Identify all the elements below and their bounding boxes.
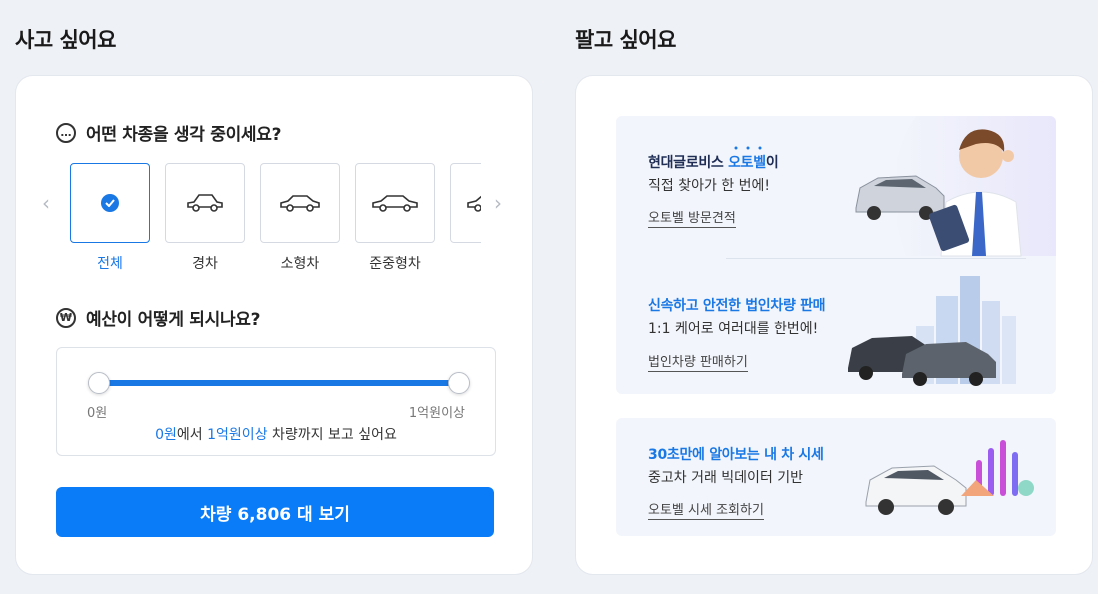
car-type-label: 중 (450, 253, 481, 273)
car-icon (372, 195, 418, 212)
car-type-mini[interactable]: 경차 (165, 163, 245, 273)
car-type-question-text: 어떤 차종을 생각 중이세요? (86, 125, 282, 145)
buy-card: … 어떤 차종을 생각 중이세요? ‹ › 전체 경차 소형차 준중형차 ₩ 예… (15, 75, 533, 575)
sell-card: 현대글로비스 오토벨이 직접 찾아가 한 번에! 오토벨 방문견적 신속하고 안… (575, 75, 1093, 575)
promo-1-subtitle: 직접 찾아가 한 번에! (648, 178, 771, 194)
car-type-label: 소형차 (280, 256, 320, 272)
budget-summary-tail: 차량까지 보고 싶어요 (267, 427, 397, 443)
car-icon (280, 195, 320, 212)
promo-2-link[interactable]: 법인차량 판매하기 (648, 351, 748, 372)
won-icon: ₩ (56, 307, 76, 328)
car-type-box[interactable] (355, 163, 435, 243)
car-icon (187, 194, 223, 212)
promo-1-title-prefix: 현대글로비스 (648, 155, 729, 171)
budget-summary: 0원에서 1억원이상 차량까지 보고 싶어요 (57, 424, 495, 444)
promo-block-bottom: 30초만에 알아보는 내 차 시세 중고차 거래 빅데이터 기반 오토벨 시세 … (616, 418, 1056, 536)
car-type-box[interactable] (450, 163, 481, 243)
promo-1-title: 현대글로비스 오토벨이 (648, 152, 779, 172)
car-type-compact[interactable]: 준중형차 (355, 163, 435, 273)
car-type-label: 경차 (192, 256, 218, 272)
budget-min-label: 0원 (87, 406, 108, 421)
buy-section-title: 사고 싶어요 (15, 28, 116, 52)
budget-question-text: 예산이 어떻게 되시나요? (86, 310, 261, 330)
car-type-box[interactable] (260, 163, 340, 243)
promo-2-subtitle: 1:1 케어로 여러대를 한번에! (648, 321, 819, 337)
promo-1-title-suffix: 이 (765, 155, 779, 171)
view-cars-button[interactable]: 차량 6,806 대 보기 (56, 487, 494, 537)
promo-divider (726, 258, 1026, 259)
check-icon (101, 194, 119, 212)
budget-min-handle[interactable] (88, 372, 110, 394)
sell-section-title: 팔고 싶어요 (575, 28, 676, 52)
car-type-box[interactable] (165, 163, 245, 243)
chevron-right-icon[interactable]: › (494, 191, 502, 215)
car-type-carousel: 전체 경차 소형차 준중형차 중 (70, 163, 481, 273)
promo-3-link[interactable]: 오토벨 시세 조회하기 (648, 499, 764, 520)
budget-slider-track[interactable] (99, 380, 459, 386)
car-type-all[interactable]: 전체 (70, 163, 150, 273)
car-type-box[interactable] (70, 163, 150, 243)
car-type-label: 전체 (97, 256, 123, 272)
car-type-small[interactable]: 소형차 (260, 163, 340, 273)
budget-max-handle[interactable] (448, 372, 470, 394)
budget-summary-min: 0원 (155, 427, 177, 443)
car-icon (467, 195, 481, 212)
car-type-question: … 어떤 차종을 생각 중이세요? (56, 120, 281, 145)
car-type-mid[interactable]: 중 (450, 163, 481, 273)
chat-bubble-icon: … (56, 122, 76, 143)
budget-range-box: 0원 1억원이상 0원에서 1억원이상 차량까지 보고 싶어요 (56, 347, 496, 456)
promo-3-title: 30초만에 알아보는 내 차 시세 (648, 447, 824, 463)
budget-question: ₩ 예산이 어떻게 되시나요? (56, 305, 261, 330)
budget-summary-max: 1억원이상 (207, 427, 268, 443)
chevron-left-icon[interactable]: ‹ (42, 191, 50, 215)
chart-graphic (961, 440, 1034, 496)
promo-1-title-highlight: 오토벨 (728, 155, 766, 171)
promo-2-title: 신속하고 안전한 법인차량 판매 (648, 298, 826, 314)
budget-max-label: 1억원이상 (408, 406, 465, 421)
promo-1-link[interactable]: 오토벨 방문견적 (648, 207, 736, 228)
promo-3-subtitle: 중고차 거래 빅데이터 기반 (648, 470, 804, 486)
white-suv-image (865, 465, 967, 515)
promo-block-top: 현대글로비스 오토벨이 직접 찾아가 한 번에! 오토벨 방문견적 신속하고 안… (616, 116, 1056, 394)
car-type-label: 준중형차 (369, 256, 421, 272)
budget-summary-mid: 에서 (176, 427, 208, 443)
